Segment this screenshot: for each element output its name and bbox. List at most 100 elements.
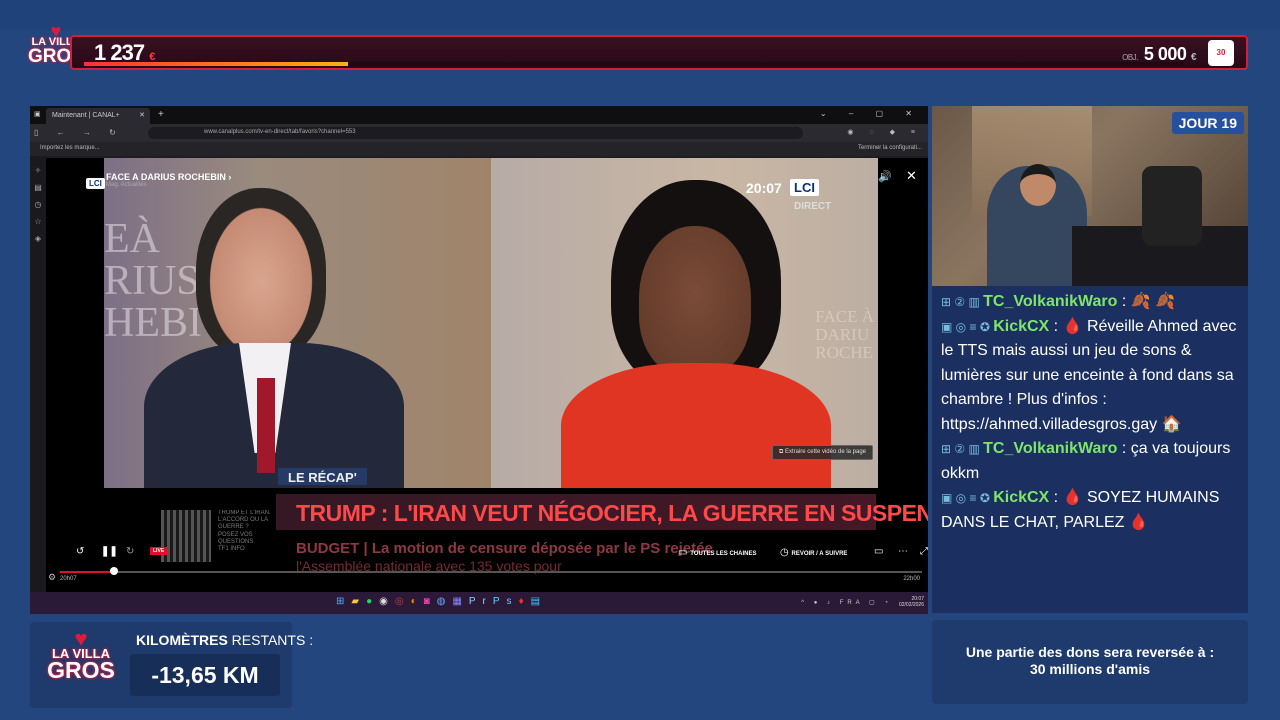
headline-text: TRUMP : L'IRAN VEUT NÉGOCIER, LA GUERRE … xyxy=(296,500,928,526)
replay-button[interactable]: ◷ REVOIR / A SUIVRE xyxy=(780,547,847,558)
url-bar[interactable]: www.canalplus.com/tv-en-direct/tab/favor… xyxy=(148,127,803,139)
chat-separator: : xyxy=(1049,489,1063,506)
charity-badge: 30 xyxy=(1208,40,1234,66)
replay-label: REVOIR / A SUIVRE xyxy=(791,551,848,557)
video-progress-knob[interactable] xyxy=(110,567,118,575)
presenter-head xyxy=(196,188,326,358)
sidebar-history-icon[interactable]: ◷ xyxy=(30,196,46,213)
day-badge: JOUR 19 xyxy=(1171,112,1244,134)
chat-message: ▣ ◎ ≡ ✪ KickCX : 🩸 Réveille Ahmed avec l… xyxy=(941,315,1239,438)
time-start: 20h07 xyxy=(60,576,77,582)
recap-tag: LE RÉCAP' xyxy=(278,468,367,485)
taskbar-app-icons[interactable]: ⊞▰●◉◎◐◙◍▦PrPs♦▤ xyxy=(336,596,547,607)
taskbar-date: 02/02/2026 xyxy=(898,602,924,608)
toolbar-icons[interactable]: ◉ ◌ ◆ ≡ xyxy=(847,128,922,136)
volume-icon[interactable]: 🔊 xyxy=(878,170,892,183)
km-remaining-box: ♥ LA VILLA GROS KILOMÈTRES RESTANTS : -1… xyxy=(30,622,313,708)
video-left-panel: EÀ RIUS HEBI xyxy=(104,158,491,488)
chat-separator: : xyxy=(1117,293,1131,310)
live-badge[interactable]: LIVE xyxy=(150,547,168,555)
subtitles-icon[interactable]: ▭ xyxy=(874,546,883,557)
cam-person-head xyxy=(1020,164,1056,206)
browser-menu-icon[interactable]: ▣ xyxy=(34,110,41,118)
direct-label: DIRECT xyxy=(794,201,832,212)
extract-video-button[interactable]: ⧉ Extraire cette vidéo de la page xyxy=(772,445,874,460)
km-label: KILOMÈTRES RESTANTS : xyxy=(136,632,313,648)
bgtl-line: HEBI xyxy=(104,300,202,346)
all-channels-button[interactable]: ▭ TOUTES LES CHAINES xyxy=(678,547,756,558)
all-channels-label: TOUTES LES CHAINES xyxy=(690,551,757,557)
qrtext-line: GUERRE ? xyxy=(218,524,249,531)
nav-buttons[interactable]: ▯ ← → ↻ xyxy=(34,128,124,137)
chat-badges-icon: ▣ ◎ ≡ ✪ xyxy=(941,319,994,334)
player-controls: ↺ ❚❚ ↻ LIVE ▭ TOUTES LES CHAINES ◷ REVOI… xyxy=(46,542,928,562)
system-tray[interactable]: ^ ● ♪ FRA ▢ ◔ xyxy=(801,599,892,606)
bookmarks-bar: Importez les marque... Terminer la confi… xyxy=(30,142,928,156)
rewind-10-icon[interactable]: ↺ xyxy=(76,546,84,557)
bgtr-line: DARIU xyxy=(815,324,870,344)
program-title: FACE A DARIUS ROCHEBIN xyxy=(106,172,226,182)
lci-logo: LCI xyxy=(790,179,819,196)
donation-info-box: Une partie des dons sera reversée à : 30… xyxy=(932,620,1248,704)
video-player[interactable]: EÀ RIUS HEBI FACE À DARIU ROCHE LCI FACE A D… xyxy=(46,158,928,592)
windows-taskbar: ⊞▰●◉◎◐◙◍▦PrPs♦▤ ^ ● ♪ FRA ▢ ◔ 20:07 02/0… xyxy=(30,592,928,614)
goal-objective: OBJ. 5 000 € xyxy=(1122,44,1196,65)
url-text: www.canalplus.com/tv-en-direct/tab/favor… xyxy=(204,129,356,135)
km-value: -13,65 KM xyxy=(130,654,280,696)
goal-progress-track xyxy=(84,62,1184,66)
bookmark-finish-setup[interactable]: Terminer la configurati... xyxy=(858,145,922,151)
goal-objective-value: 5 000 xyxy=(1143,44,1187,64)
video-progress-fill xyxy=(60,571,112,573)
donation-goal-bar: 1 237 € OBJ. 5 000 € 30 xyxy=(70,35,1248,70)
tab-close-icon[interactable]: ✕ xyxy=(139,111,145,119)
chat-username[interactable]: TC_VolkanikWaro xyxy=(983,293,1117,310)
chat-badges-icon: ⊞ ② ▥ xyxy=(941,295,984,309)
goal-objective-currency: € xyxy=(1190,52,1197,63)
qrtext-line: POSEZ VOS xyxy=(218,531,253,538)
settings-gear-icon[interactable]: ⚙ xyxy=(48,572,56,583)
chat-username[interactable]: KickCX xyxy=(993,318,1049,335)
donation-line2: 30 millions d'amis xyxy=(1029,661,1151,677)
broadcast-clock: 20:07 xyxy=(746,180,782,196)
chat-username[interactable]: KickCX xyxy=(993,489,1049,506)
sidebar-bookmark-icon[interactable]: ☆ xyxy=(30,213,46,230)
chat-badges-icon: ▣ ◎ ≡ ✪ xyxy=(941,491,994,505)
chat-panel: ⊞ ② ▥ TC_VolkanikWaro : 🍂 🍂 ▣ ◎ ≡ ✪ KickC… xyxy=(932,286,1248,613)
set-text-right: FACE À DARIU ROCHE xyxy=(815,308,874,362)
tab-strip: ▣ Maintenant | CANAL+ ✕ + ⌄ – ▢ ✕ xyxy=(30,106,928,124)
nav-bar: ▯ ← → ↻ www.canalplus.com/tv-en-direct/t… xyxy=(30,124,928,142)
more-options-icon[interactable]: ⋯ xyxy=(898,546,908,557)
tab-canal[interactable]: Maintenant | CANAL+ ✕ xyxy=(46,108,150,124)
pause-icon[interactable]: ❚❚ xyxy=(101,546,118,557)
bookmark-import[interactable]: Importez les marque... xyxy=(40,145,100,151)
taskbar-clock[interactable]: 20:07 02/02/2026 xyxy=(899,596,924,608)
sidebar-ai-icon[interactable]: ✧ xyxy=(30,162,46,179)
extract-label: Extraire cette vidéo de la page xyxy=(784,449,867,455)
goal-objective-label: OBJ. xyxy=(1122,53,1138,62)
webcam-feed: JOUR 19 xyxy=(932,106,1248,286)
set-text-left: EÀ RIUS HEBI xyxy=(104,218,202,344)
chat-text: 🩸 Réveille Ahmed avec le TTS mais aussi … xyxy=(941,317,1237,433)
background-panel-top xyxy=(0,0,1280,30)
fullscreen-icon[interactable]: ⤢ xyxy=(920,546,928,557)
close-icon[interactable]: ✕ xyxy=(906,168,917,184)
chat-text: 🍂 🍂 xyxy=(1130,293,1176,310)
goal-progress-fill xyxy=(84,62,348,66)
window-controls[interactable]: ⌄ – ▢ ✕ xyxy=(820,109,922,118)
donation-line1: Une partie des dons sera reversée à : xyxy=(965,644,1215,660)
km-label-bold: KILOMÈTRES xyxy=(136,632,228,648)
chat-separator: : xyxy=(1117,440,1131,457)
new-tab-icon[interactable]: + xyxy=(158,109,164,120)
qrtext-line: L'ACCORD OU LA xyxy=(218,517,269,524)
tray-language: FRA xyxy=(839,600,864,606)
sidebar-tabs-icon[interactable]: ▤ xyxy=(30,179,46,196)
program-subtitle: Mag. Actualités xyxy=(106,182,147,188)
sidebar-ext-icon[interactable]: ◈ xyxy=(30,230,46,247)
chat-message: ▣ ◎ ≡ ✪ KickCX : 🩸 SOYEZ HUMAINS DANS LE… xyxy=(941,486,1239,535)
forward-10-icon[interactable]: ↻ xyxy=(126,546,134,557)
program-info[interactable]: FACE A DARIUS ROCHEBIN › Mag. Actualités xyxy=(106,172,231,188)
chat-username[interactable]: TC_VolkanikWaro xyxy=(983,440,1117,457)
chat-message: ⊞ ② ▥ TC_VolkanikWaro : 🍂 🍂 xyxy=(941,290,1239,315)
bgtr-line: FACE À xyxy=(815,307,874,326)
video-progress-bar[interactable] xyxy=(60,571,922,573)
